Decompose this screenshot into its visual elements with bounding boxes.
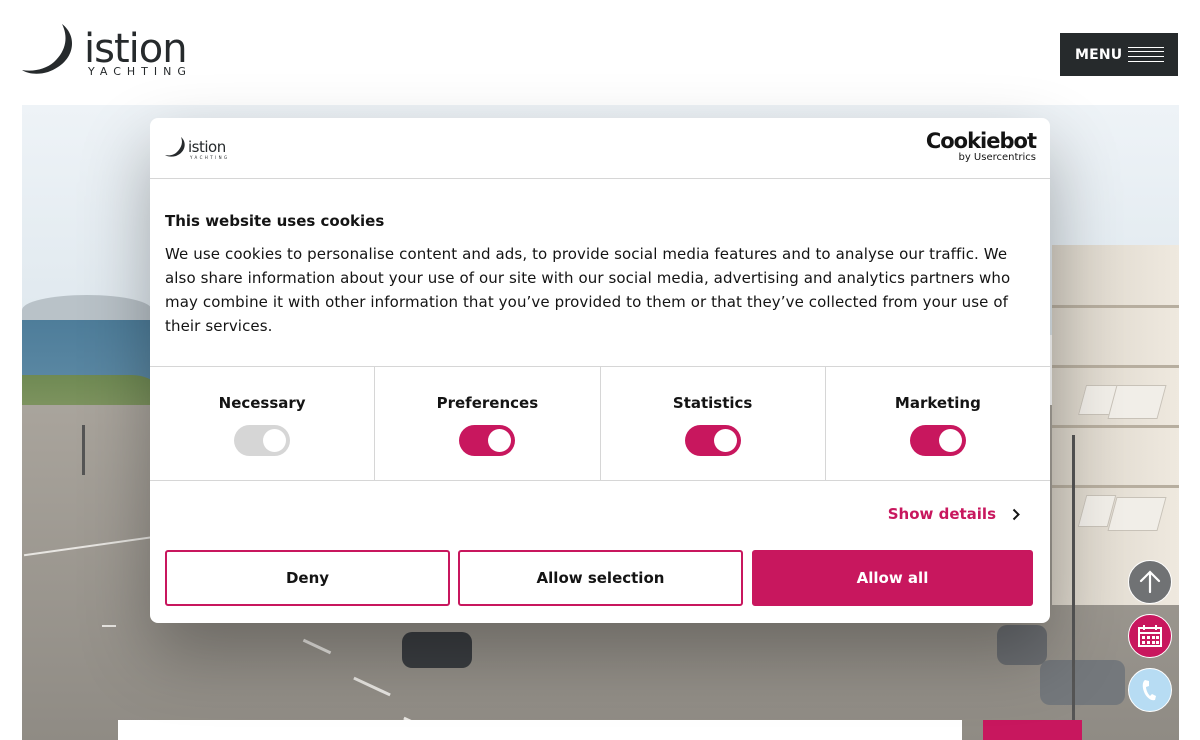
show-details-link[interactable]: Show details [888,505,1020,523]
dialog-logo-tagline: YACHTING [189,155,230,160]
category-label: Preferences [436,394,539,412]
allow-all-button[interactable]: Allow all [752,550,1033,606]
category-necessary: Necessary [150,367,376,480]
scroll-to-top-button[interactable] [1128,560,1172,604]
allow-selection-button[interactable]: Allow selection [458,550,743,606]
cookie-categories: Necessary Preferences Statistics Marketi… [150,366,1050,481]
cookiebot-logo[interactable]: Cookiebot by Usercentrics [925,129,1037,164]
category-preferences: Preferences [375,367,601,480]
cookie-dialog-text: We use cookies to personalise content an… [165,245,1011,335]
calendar-icon [1138,625,1162,647]
search-panel [118,720,962,740]
category-marketing: Marketing [826,367,1050,480]
cookie-dialog-title: This website uses cookies [165,212,385,230]
category-label: Necessary [218,394,306,412]
cookiebot-subtitle: by Usercentrics [958,152,1036,163]
chevron-right-icon [1012,508,1020,520]
statistics-toggle[interactable] [684,425,741,456]
show-details-label: Show details [887,505,996,523]
necessary-toggle [234,425,291,456]
call-button[interactable] [1128,668,1172,712]
search-button[interactable] [983,720,1082,740]
site-logo[interactable]: istion YACHTING [22,22,204,78]
menu-button[interactable]: MENU [1060,33,1178,76]
phone-icon [1142,680,1156,701]
menu-label: MENU [1075,46,1123,63]
cookie-dialog-header: istion YACHTING Cookiebot by Usercentric… [150,118,1050,179]
category-statistics: Statistics [601,367,826,480]
arrow-up-icon [1139,570,1161,594]
preferences-toggle[interactable] [459,425,516,456]
dialog-logo-name: istion [188,138,226,156]
marketing-toggle[interactable] [909,425,966,456]
booking-calendar-button[interactable] [1128,614,1172,658]
logo-tagline: YACHTING [87,65,192,78]
hamburger-icon [1128,47,1164,62]
dialog-site-logo: istion YACHTING [165,136,235,164]
category-label: Marketing [894,394,981,412]
cookie-consent-dialog: istion YACHTING Cookiebot by Usercentric… [150,118,1050,623]
category-label: Statistics [672,394,753,412]
cookiebot-name: Cookiebot [925,129,1037,153]
deny-button[interactable]: Deny [165,550,450,606]
